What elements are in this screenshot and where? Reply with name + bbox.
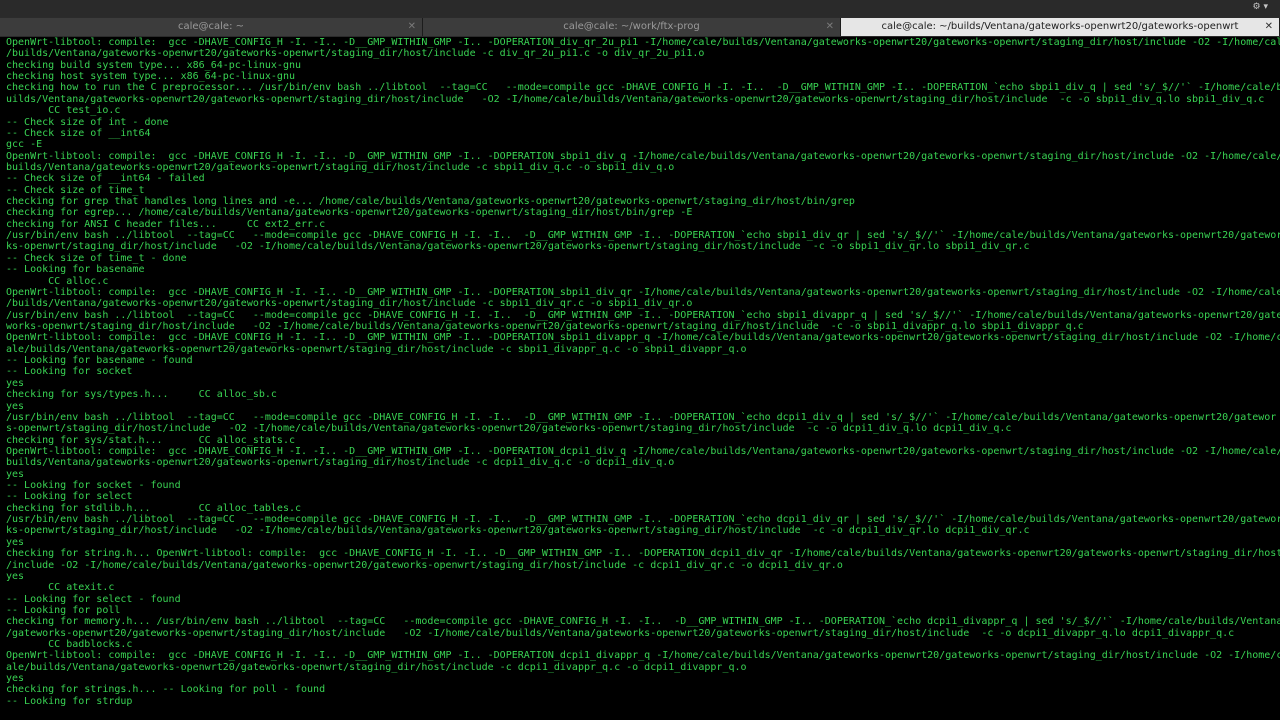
terminal-line: -- Looking for basename	[6, 264, 145, 276]
terminal-line: checking for grep that handles long line…	[6, 196, 855, 208]
terminal-line: -- Check size of int - done	[6, 116, 169, 128]
terminal-line: -- Looking for socket - found	[6, 480, 181, 492]
terminal-line: -- Looking for poll	[6, 604, 121, 616]
terminal-line: yes	[6, 400, 25, 412]
system-top-bar: ⚙ ▾	[0, 0, 1280, 17]
terminal-line: checking for string.h... OpenWrt-libtool…	[6, 548, 1280, 560]
terminal-line: checking for sys/stat.h... CC alloc_stat…	[6, 434, 295, 446]
terminal-line: yes	[6, 570, 25, 582]
terminal-line: -- Looking for basename - found	[6, 355, 193, 367]
system-tray-icons: ⚙ ▾	[1252, 2, 1268, 12]
terminal-line: checking for stdlib.h... CC alloc_tables…	[6, 502, 302, 514]
terminal-line: uilds/Ventana/gateworks-openwrt20/gatewo…	[6, 93, 1265, 105]
terminal-line: checking for ANSI C header files... CC e…	[6, 218, 326, 230]
terminal-line: -- Looking for select - found	[6, 593, 181, 605]
terminal-output[interactable]: OpenWrt-libtool: compile: gcc -DHAVE_CON…	[0, 37, 1280, 720]
tab-title: cale@cale: ~/work/ftx-prog	[563, 21, 700, 32]
terminal-line: OpenWrt-libtool: compile: gcc -DHAVE_CON…	[6, 150, 1280, 162]
terminal-line: -- Looking for socket	[6, 366, 133, 378]
terminal-line: /usr/bin/env bash ../libtool --tag=CC --…	[6, 411, 1277, 423]
terminal-line: CC alloc.c	[6, 275, 109, 287]
terminal-line: checking for egrep... /home/cale/builds/…	[6, 207, 693, 219]
terminal-line: CC test_io.c	[6, 105, 121, 117]
terminal-line: builds/Ventana/gateworks-openwrt20/gatew…	[6, 161, 675, 173]
tab-ftx-prog[interactable]: cale@cale: ~/work/ftx-prog ✕	[423, 18, 841, 36]
terminal-line: s-openwrt/staging_dir/host/include -O2 -…	[6, 423, 1012, 435]
terminal-line: ks-openwrt/staging_dir/host/include -O2 …	[6, 525, 1030, 537]
terminal-line: /include -O2 -I/home/cale/builds/Ventana…	[6, 559, 843, 571]
close-icon[interactable]: ✕	[1265, 18, 1273, 36]
terminal-line: OpenWrt-libtool: compile: gcc -DHAVE_CON…	[6, 445, 1280, 457]
terminal-line: /gateworks-openwrt20/gateworks-openwrt/s…	[6, 627, 1235, 639]
terminal-line: -- Looking for strdup	[6, 695, 133, 707]
terminal-line: OpenWrt-libtool: compile: gcc -DHAVE_CON…	[6, 286, 1280, 298]
terminal-line: -- Check size of __int64 - failed	[6, 173, 205, 185]
terminal-line: -- Check size of __int64	[6, 127, 151, 139]
terminal-line: yes	[6, 673, 25, 685]
terminal-line: /builds/Ventana/gateworks-openwrt20/gate…	[6, 298, 693, 310]
terminal-line: -- Looking for select	[6, 491, 133, 503]
terminal-line: OpenWrt-libtool: compile: gcc -DHAVE_CON…	[6, 332, 1280, 344]
terminal-line: yes	[6, 377, 25, 389]
terminal-line: gcc -E	[6, 139, 43, 151]
terminal-line: -- Check size of time_t - done	[6, 252, 187, 264]
terminal-line: checking for sys/types.h... CC alloc_sb.…	[6, 389, 277, 401]
terminal-line: yes	[6, 468, 25, 480]
tab-title: cale@cale: ~/builds/Ventana/gateworks-op…	[881, 21, 1239, 32]
terminal-line: builds/Ventana/gateworks-openwrt20/gatew…	[6, 457, 675, 469]
terminal-line: OpenWrt-libtool: compile: gcc -DHAVE_CON…	[6, 650, 1280, 662]
tab-gateworks-openwrt[interactable]: cale@cale: ~/builds/Ventana/gateworks-op…	[841, 18, 1280, 36]
terminal-line: /builds/Ventana/gateworks-openwrt20/gate…	[6, 48, 705, 60]
terminal-line: CC badblocks.c	[6, 639, 133, 651]
terminal-line: ks-openwrt/staging_dir/host/include -O2 …	[6, 241, 1030, 253]
terminal-line: -- Check size of time_t	[6, 184, 145, 196]
terminal-line: /usr/bin/env bash ../libtool --tag=CC --…	[6, 514, 1280, 526]
terminal-line: checking how to run the C preprocessor..…	[6, 82, 1280, 94]
close-icon[interactable]: ✕	[826, 18, 834, 36]
terminal-line: checking for strings.h... -- Looking for…	[6, 684, 326, 696]
terminal-line: checking for memory.h... /usr/bin/env ba…	[6, 616, 1280, 628]
tab-title: cale@cale: ~	[177, 21, 245, 32]
terminal-line: works-openwrt/staging_dir/host/include -…	[6, 320, 1084, 332]
terminal-tab-bar: cale@cale: ~ ✕ cale@cale: ~/work/ftx-pro…	[0, 17, 1280, 37]
terminal-line: ale/builds/Ventana/gateworks-openwrt20/g…	[6, 343, 747, 355]
terminal-line: ale/builds/Ventana/gateworks-openwrt20/g…	[6, 661, 747, 673]
terminal-line: CC atexit.c	[6, 582, 115, 594]
terminal-line: OpenWrt-libtool: compile: gcc -DHAVE_CON…	[6, 37, 1280, 48]
close-icon[interactable]: ✕	[408, 18, 416, 36]
terminal-line: yes	[6, 536, 25, 548]
terminal-line: /usr/bin/env bash ../libtool --tag=CC --…	[6, 309, 1280, 321]
terminal-line: checking host system type... x86_64-pc-l…	[6, 71, 295, 83]
terminal-line: checking build system type... x86_64-pc-…	[6, 59, 302, 71]
tab-home[interactable]: cale@cale: ~ ✕	[0, 18, 423, 36]
terminal-line: /usr/bin/env bash ../libtool --tag=CC --…	[6, 230, 1280, 242]
